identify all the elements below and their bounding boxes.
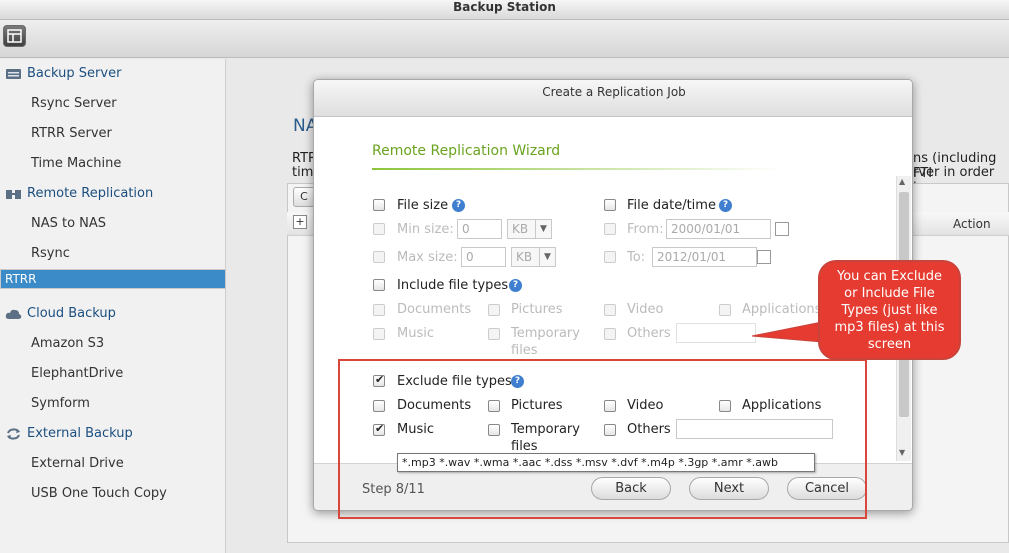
max-size-unit-select[interactable]: KB ▼ <box>511 247 556 267</box>
grid-icon <box>7 29 22 43</box>
server-icon <box>6 69 21 79</box>
include-types-label: Include file types <box>397 278 509 293</box>
max-size-checkbox[interactable] <box>373 251 385 263</box>
description-text-left-2: tim <box>292 165 314 180</box>
callout-note: You can Exclude or Include File Types (j… <box>818 260 961 360</box>
sidebar: Backup Server Rsync Server RTRR Server T… <box>0 59 226 553</box>
max-size-label: Max size: <box>397 250 458 265</box>
date-from-label: From: <box>627 222 664 237</box>
include-video-checkbox[interactable] <box>604 304 616 316</box>
include-others-label: Others <box>627 326 671 341</box>
chevron-down-icon: ▼ <box>539 248 555 266</box>
date-to-input[interactable]: 2012/01/01 <box>652 247 757 267</box>
callout-line-1: You can Exclude <box>837 269 942 284</box>
include-others-checkbox[interactable] <box>604 328 616 340</box>
file-size-checkbox[interactable] <box>373 199 385 211</box>
include-documents-label: Documents <box>397 302 472 317</box>
create-job-button[interactable]: C <box>293 187 315 207</box>
min-size-checkbox[interactable] <box>373 223 385 235</box>
callout-line-2: or Include File <box>844 286 935 301</box>
sidebar-section-cloud-backup[interactable]: Cloud Backup <box>0 299 226 329</box>
include-documents-checkbox[interactable] <box>373 304 385 316</box>
toolbar <box>0 20 1009 58</box>
include-video-label: Video <box>627 302 664 317</box>
max-size-input[interactable]: 0 <box>461 247 506 267</box>
help-icon[interactable]: ? <box>509 279 522 292</box>
include-others-input[interactable] <box>676 323 756 343</box>
date-to-label: To: <box>627 250 646 265</box>
sidebar-item-rsync-server[interactable]: Rsync Server <box>0 89 226 119</box>
sidebar-item-rsync[interactable]: Rsync <box>0 239 226 269</box>
include-music-checkbox[interactable] <box>373 328 385 340</box>
max-size-unit-value: KB <box>516 250 533 264</box>
include-applications-label: Applications <box>742 302 822 317</box>
sidebar-item-external-drive[interactable]: External Drive <box>0 449 226 479</box>
expand-icon[interactable]: + <box>293 215 307 229</box>
file-date-checkbox[interactable] <box>604 199 616 211</box>
calendar-icon[interactable] <box>757 250 771 264</box>
wizard-title-underline <box>372 168 782 170</box>
wizard-title: Remote Replication Wizard <box>372 143 561 159</box>
min-size-input[interactable]: 0 <box>457 219 502 239</box>
sidebar-item-elephantdrive[interactable]: ElephantDrive <box>0 359 226 389</box>
include-pictures-label: Pictures <box>511 302 563 317</box>
menu-button[interactable] <box>3 25 26 47</box>
min-size-label: Min size: <box>397 222 454 237</box>
include-applications-checkbox[interactable] <box>719 304 731 316</box>
window-title: Backup Station <box>0 0 1009 20</box>
calendar-icon[interactable] <box>775 222 789 236</box>
sidebar-section-external-backup[interactable]: External Backup <box>0 419 226 449</box>
help-icon[interactable]: ? <box>719 199 732 212</box>
sidebar-item-rtrr-server[interactable]: RTRR Server <box>0 119 226 149</box>
dialog-title: Create a Replication Job <box>314 80 912 117</box>
help-icon[interactable]: ? <box>452 199 465 212</box>
include-temporary-label: Temporary <box>511 326 580 341</box>
replication-icon <box>6 190 21 199</box>
sync-arrows-icon <box>7 428 20 440</box>
column-header-action: Action <box>953 217 991 231</box>
highlight-box <box>338 359 867 519</box>
callout-line-5: screen <box>867 337 912 352</box>
min-size-unit-value: KB <box>512 222 529 236</box>
include-temporary-label-2: files <box>511 343 538 358</box>
sidebar-item-amazon-s3[interactable]: Amazon S3 <box>0 329 226 359</box>
date-to-checkbox[interactable] <box>604 251 616 263</box>
include-types-checkbox[interactable] <box>373 279 385 291</box>
callout-line-4: mp3 files) at this <box>834 320 945 335</box>
include-music-label: Music <box>397 326 434 341</box>
callout-line-3: Types (just like <box>841 303 938 318</box>
date-from-checkbox[interactable] <box>604 223 616 235</box>
date-from-input[interactable]: 2000/01/01 <box>666 219 771 239</box>
include-pictures-checkbox[interactable] <box>488 304 500 316</box>
sidebar-item-nas-to-nas[interactable]: NAS to NAS <box>0 209 226 239</box>
chevron-down-icon: ▼ <box>535 220 551 238</box>
cloud-icon <box>5 309 22 319</box>
file-size-label: File size <box>397 198 449 213</box>
file-date-label: File date/time <box>627 198 716 213</box>
sidebar-item-rtrr[interactable]: RTRR <box>0 269 226 289</box>
sidebar-item-time-machine[interactable]: Time Machine <box>0 149 226 179</box>
include-temporary-checkbox[interactable] <box>488 328 500 340</box>
min-size-unit-select[interactable]: KB ▼ <box>507 219 552 239</box>
sidebar-section-remote-replication[interactable]: Remote Replication <box>0 179 226 209</box>
sidebar-item-usb-one-touch-copy[interactable]: USB One Touch Copy <box>0 479 226 509</box>
sidebar-item-symform[interactable]: Symform <box>0 389 226 419</box>
scroll-up-icon[interactable]: ▲ <box>899 177 905 186</box>
scroll-down-icon[interactable]: ▼ <box>899 448 905 457</box>
sidebar-section-backup-server[interactable]: Backup Server <box>0 59 226 89</box>
